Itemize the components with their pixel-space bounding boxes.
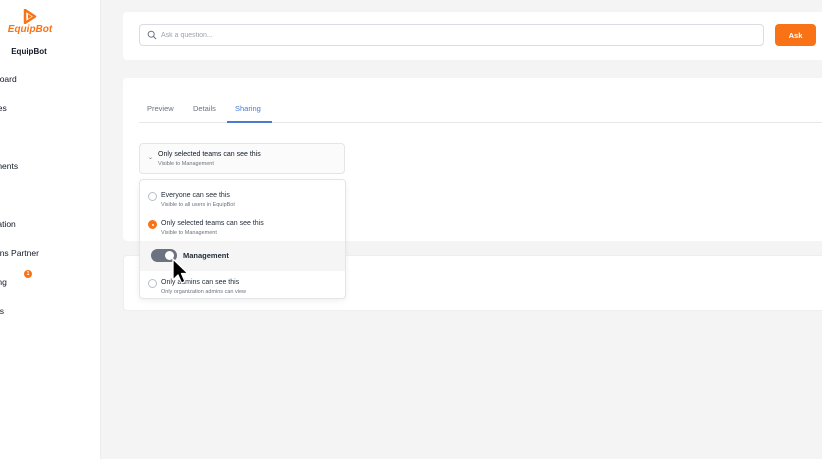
- visibility-select-title: Only selected teams can see this: [158, 151, 261, 158]
- sidebar-item-settings[interactable]: tings: [0, 304, 39, 333]
- team-toggle[interactable]: [151, 249, 177, 262]
- search-input[interactable]: [161, 28, 751, 42]
- tab-bar: Preview Details Sharing: [139, 98, 822, 123]
- search-icon: [147, 30, 157, 40]
- toggle-knob: [165, 251, 174, 260]
- option-subtitle: Only organization admins can view: [161, 289, 246, 295]
- tab-preview[interactable]: Preview: [147, 104, 174, 113]
- visibility-select[interactable]: ⌄ Only selected teams can see this Visib…: [139, 143, 345, 174]
- visibility-select-subtitle: Visible to Management: [158, 161, 214, 167]
- sidebar-item-label: urses: [0, 103, 7, 113]
- team-label: Management: [183, 251, 229, 260]
- sidebar-item-history[interactable]: tory: [0, 188, 39, 217]
- sidebar-item-evaluation[interactable]: aluation: [0, 217, 39, 246]
- sidebar-item-courses[interactable]: urses: [0, 101, 39, 130]
- sidebar-item-documents[interactable]: cuments: [0, 159, 39, 188]
- chevron-down-icon: ⌄: [148, 155, 154, 161]
- search-bar-card: Ask: [123, 12, 822, 60]
- tab-sharing[interactable]: Sharing: [235, 104, 261, 113]
- tab-details[interactable]: Details: [193, 104, 216, 113]
- team-row-management[interactable]: Management: [140, 241, 345, 271]
- sidebar-item-label: cuments: [0, 161, 19, 171]
- option-selected-teams[interactable]: Only selected teams can see this Visible…: [140, 213, 345, 241]
- brand-name: EquipBot: [11, 47, 47, 56]
- active-tab-indicator: [227, 121, 272, 123]
- sidebar-item-solutions-partner[interactable]: utions Partner: [0, 246, 39, 275]
- option-title: Everyone can see this: [161, 192, 230, 199]
- play-logo-icon: [23, 9, 37, 24]
- sidebar-item-label: utions Partner: [0, 248, 39, 258]
- sidebar-item-dashboard[interactable]: shboard: [0, 72, 39, 101]
- option-subtitle: Visible to all users in EquipBot: [161, 202, 235, 208]
- sidebar-item-label: nning: [0, 277, 7, 287]
- option-everyone[interactable]: Everyone can see this Visible to all use…: [140, 185, 345, 213]
- search-box[interactable]: [139, 24, 764, 46]
- ask-button[interactable]: Ask: [775, 24, 816, 46]
- sidebar: EquipBot EquipBot shboard urses eos cume…: [0, 0, 101, 459]
- sidebar-item-label: shboard: [0, 74, 17, 84]
- radio-button[interactable]: [148, 220, 157, 229]
- radio-button[interactable]: [148, 279, 157, 288]
- option-subtitle: Visible to Management: [161, 230, 217, 236]
- sidebar-item-label: aluation: [0, 219, 16, 229]
- option-title: Only selected teams can see this: [161, 220, 264, 227]
- visibility-dropdown: Everyone can see this Visible to all use…: [139, 179, 346, 299]
- sidebar-nav: shboard urses eos cuments tory aluation …: [0, 72, 39, 333]
- sidebar-item-planning[interactable]: nning 1: [0, 270, 39, 304]
- sidebar-item-videos[interactable]: eos: [0, 130, 39, 159]
- option-title: Only admins can see this: [161, 279, 240, 286]
- sidebar-item-label: tings: [0, 306, 4, 316]
- option-admins[interactable]: Only admins can see this Only organizati…: [140, 272, 345, 300]
- notification-badge: 1: [24, 270, 32, 278]
- logo-text: EquipBot: [7, 24, 53, 35]
- radio-button[interactable]: [148, 192, 157, 201]
- logo[interactable]: EquipBot: [0, 9, 60, 35]
